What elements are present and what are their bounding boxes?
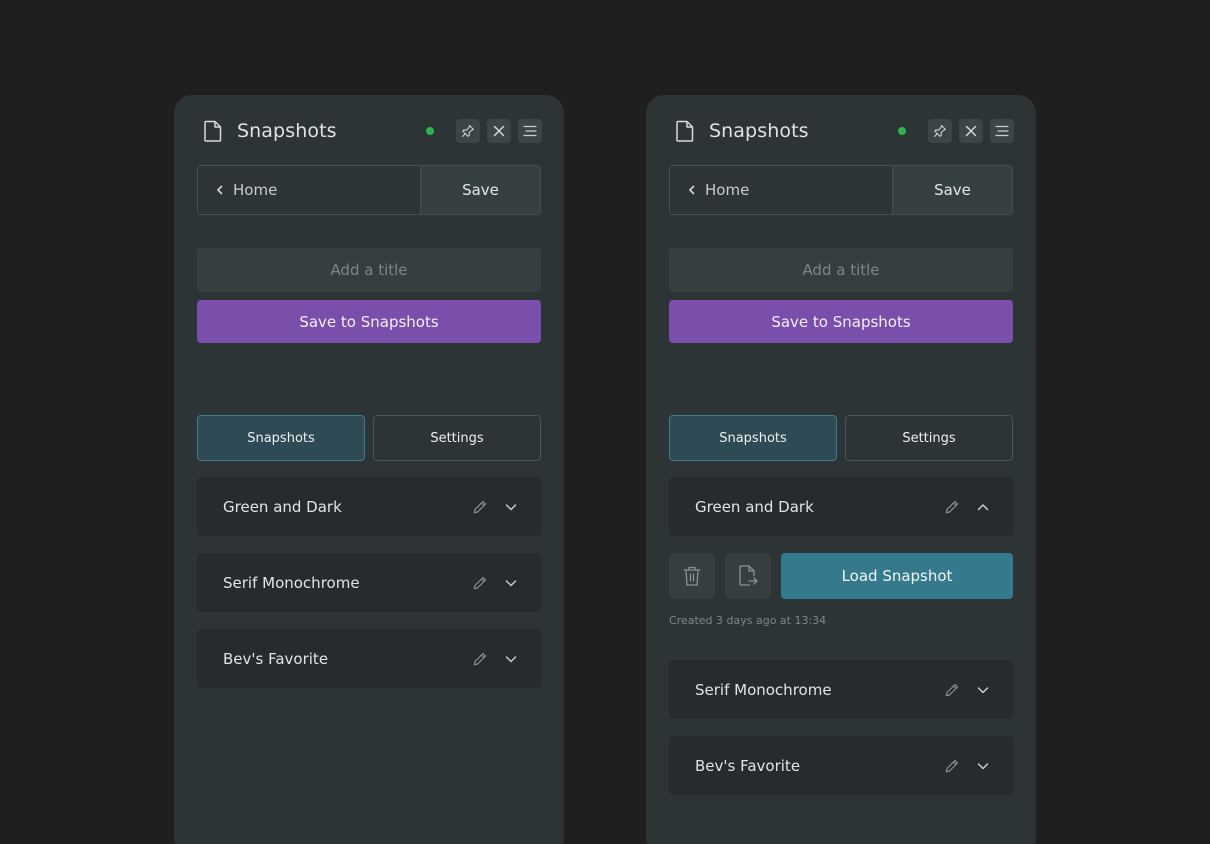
menu-icon (523, 125, 537, 137)
snapshot-item-label: Bev's Favorite (223, 649, 329, 668)
close-button[interactable] (487, 119, 511, 143)
chevron-down-icon[interactable] (976, 759, 990, 773)
snapshot-item-label: Bev's Favorite (695, 756, 801, 775)
snapshot-item-label: Green and Dark (695, 497, 814, 516)
status-indicator (426, 127, 434, 135)
tab-snapshots[interactable]: Snapshots (669, 415, 837, 461)
home-button[interactable]: Home (670, 166, 893, 214)
menu-button[interactable] (990, 119, 1014, 143)
home-label: Home (233, 181, 278, 199)
panel-header: Snapshots (204, 119, 542, 143)
snapshot-item-label: Serif Monochrome (695, 680, 832, 699)
panel-header: Snapshots (676, 119, 1014, 143)
nav-bar: Home Save (197, 165, 541, 215)
snapshots-panel-expanded: Snapshots Home Save Save to Snapshots Sn… (646, 95, 1036, 844)
chevron-left-icon (216, 185, 224, 195)
pencil-icon[interactable] (944, 499, 960, 515)
close-icon (965, 125, 977, 137)
snapshot-item[interactable]: Bev's Favorite (669, 736, 1013, 795)
save-to-snapshots-button[interactable]: Save to Snapshots (669, 300, 1013, 343)
snapshot-item-label: Green and Dark (223, 497, 342, 516)
nav-bar: Home Save (669, 165, 1013, 215)
pin-button[interactable] (928, 119, 952, 143)
pencil-icon[interactable] (472, 575, 488, 591)
tab-snapshots[interactable]: Snapshots (197, 415, 365, 461)
menu-button[interactable] (518, 119, 542, 143)
tab-settings[interactable]: Settings (373, 415, 541, 461)
home-label: Home (705, 181, 750, 199)
document-icon (204, 120, 222, 142)
close-icon (493, 125, 505, 137)
chevron-down-icon[interactable] (504, 500, 518, 514)
pencil-icon[interactable] (472, 499, 488, 515)
home-button[interactable]: Home (198, 166, 421, 214)
load-snapshot-button[interactable]: Load Snapshot (781, 553, 1013, 599)
snapshot-actions: Load Snapshot (669, 553, 1013, 599)
pencil-icon[interactable] (944, 758, 960, 774)
chevron-down-icon[interactable] (504, 576, 518, 590)
snapshot-item-expanded[interactable]: Green and Dark (669, 477, 1013, 536)
pencil-icon[interactable] (944, 682, 960, 698)
save-button[interactable]: Save (893, 166, 1012, 214)
snapshot-item[interactable]: Bev's Favorite (197, 629, 541, 688)
snapshot-item[interactable]: Green and Dark (197, 477, 541, 536)
close-button[interactable] (959, 119, 983, 143)
pin-icon (933, 124, 947, 138)
created-timestamp: Created 3 days ago at 13:34 (669, 614, 827, 627)
panel-title: Snapshots (237, 120, 337, 142)
save-to-snapshots-button[interactable]: Save to Snapshots (197, 300, 541, 343)
title-input[interactable] (669, 248, 1013, 292)
chevron-left-icon (688, 185, 696, 195)
tab-settings[interactable]: Settings (845, 415, 1013, 461)
pin-button[interactable] (456, 119, 480, 143)
chevron-down-icon[interactable] (976, 683, 990, 697)
menu-icon (995, 125, 1009, 137)
chevron-up-icon[interactable] (976, 500, 990, 514)
trash-icon (683, 566, 701, 586)
document-icon (676, 120, 694, 142)
save-button[interactable]: Save (421, 166, 540, 214)
snapshot-item[interactable]: Serif Monochrome (669, 660, 1013, 719)
export-file-icon (739, 565, 758, 586)
chevron-down-icon[interactable] (504, 652, 518, 666)
pencil-icon[interactable] (472, 651, 488, 667)
export-button[interactable] (725, 553, 771, 599)
status-indicator (898, 127, 906, 135)
pin-icon (461, 124, 475, 138)
delete-button[interactable] (669, 553, 715, 599)
snapshots-panel-collapsed: Snapshots Home Save Save to Snapshots Sn… (174, 95, 564, 844)
title-input[interactable] (197, 248, 541, 292)
panel-title: Snapshots (709, 120, 809, 142)
snapshot-item[interactable]: Serif Monochrome (197, 553, 541, 612)
snapshot-item-label: Serif Monochrome (223, 573, 360, 592)
